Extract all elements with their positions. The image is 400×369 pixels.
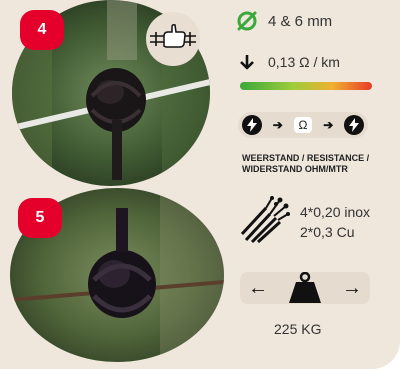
arrow-right-icon: → <box>342 276 362 299</box>
step-badge-4: 4 <box>20 10 64 50</box>
lightning-icon <box>343 115 364 135</box>
diameter-value: 4 & 6 mm <box>268 12 333 30</box>
down-arrow-icon <box>240 55 254 70</box>
arrow-right-icon: ➔ <box>323 118 334 132</box>
arrow-right-icon: ➔ <box>272 118 283 132</box>
product-spec-card: 4 5 4 & 6 mm 0,13 Ω / km ➔ Ω ➔ WEERSTAND… <box>0 0 400 369</box>
wire-composition: 4*0,20 inox 2*0,3 Cu <box>300 202 370 242</box>
wire-strands-icon <box>240 196 290 249</box>
arrow-left-icon: ← <box>248 276 268 299</box>
diameter-icon <box>237 11 257 31</box>
wire-line-inox: 4*0,20 inox <box>300 204 371 220</box>
resistance-gradient-bar <box>240 82 372 90</box>
grip-wire-icon <box>150 24 196 48</box>
grip-circle <box>146 12 200 66</box>
resistance-spec: 0,13 Ω / km <box>240 54 340 70</box>
weight-icon <box>289 272 321 303</box>
breaking-force-box: ← → <box>240 272 370 304</box>
lightning-icon <box>242 115 262 135</box>
ohm-chip: Ω <box>293 117 313 133</box>
resistance-label: WEERSTAND / RESISTANCE / WIDERSTAND OHM/… <box>242 153 370 174</box>
conductivity-flow: ➔ Ω ➔ <box>238 112 368 138</box>
resistance-value: 0,13 Ω / km <box>268 54 340 70</box>
breaking-force-value: 225 KG <box>274 321 322 337</box>
wire-line-cu: 2*0,3 Cu <box>300 224 355 240</box>
step-badge-5: 5 <box>18 198 62 238</box>
diameter-spec: 4 & 6 mm <box>236 10 332 32</box>
